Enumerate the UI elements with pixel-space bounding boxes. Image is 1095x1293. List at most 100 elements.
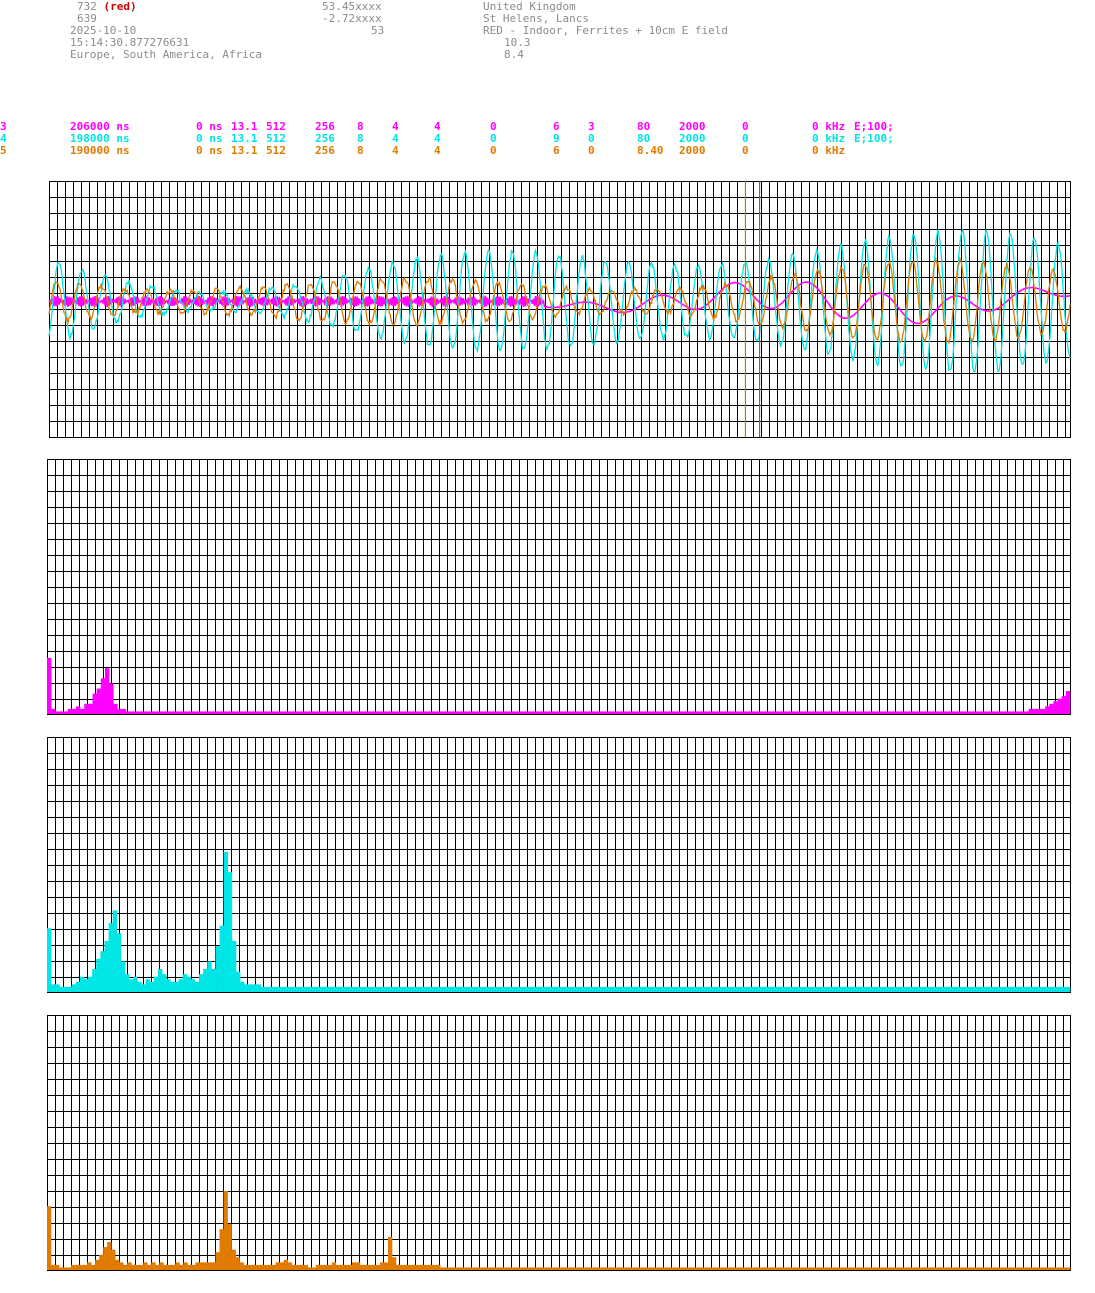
spectrum-3-bar	[536, 1267, 541, 1270]
spectrum-3-bar	[749, 1267, 754, 1270]
spectrum-3-bar	[873, 1267, 878, 1270]
spectrum-1-bar	[349, 711, 354, 714]
spectrum-3-bar	[67, 1267, 72, 1270]
spectrum-1-bar	[75, 706, 81, 714]
spectrum-2-bar	[466, 986, 471, 992]
spectrum-2-bar	[272, 986, 278, 992]
spectrum-1-bar	[846, 711, 851, 714]
spectrum-2-bar	[765, 986, 771, 992]
spectrum-3-bar	[801, 1267, 806, 1270]
spectrum-1-bar	[573, 711, 578, 714]
spectrum-2-bar	[305, 986, 311, 992]
spectrum-1-bar	[1057, 698, 1063, 714]
spectrum-3-bar	[544, 1267, 549, 1270]
spectrum-1-bar	[763, 711, 768, 714]
spectrum-2-bar	[671, 986, 676, 992]
spectrum-3-bar	[869, 1267, 874, 1270]
spectrum-3-bar	[745, 1267, 750, 1270]
spectrum-3-bar	[969, 1267, 975, 1270]
spectrum-1-bar	[432, 711, 437, 714]
spectrum-3-bar	[616, 1267, 621, 1270]
spectrum-2-bar	[1012, 986, 1017, 992]
spectrum-1-bar	[954, 711, 959, 714]
spectrum-1-bar	[896, 711, 901, 714]
spectrum-3-bar	[985, 1267, 991, 1270]
spectrum-3-bar	[564, 1267, 569, 1270]
spectrum-3-bar	[440, 1267, 445, 1270]
spectrum-2-bar	[289, 986, 294, 992]
spectrum-3-bar	[343, 1264, 349, 1270]
spectrum-3-bar	[845, 1267, 850, 1270]
spectrum-2-bar	[893, 986, 898, 992]
spectrum-2-bar	[548, 986, 553, 992]
spectrum-2-bar	[268, 986, 274, 992]
spectrum-2-bar	[433, 986, 438, 992]
spectrum-1-bar	[423, 711, 429, 714]
spectrum-3-bar	[785, 1267, 790, 1270]
spectrum-3-bar	[664, 1267, 670, 1270]
spectrum-2-bar	[137, 981, 142, 992]
spectrum-2-bar	[860, 986, 865, 992]
spectrum-2-bar	[211, 969, 216, 992]
spectrum-2-bar	[392, 986, 397, 992]
spectrum-2-bar	[642, 986, 648, 992]
spectrum-2-bar	[88, 976, 93, 992]
spectrum-2-bar	[1024, 986, 1030, 992]
spectrum-2-bar	[248, 984, 253, 992]
spectrum-2-bar	[601, 986, 607, 992]
spectrum-2-bar	[585, 986, 590, 992]
spectrum-2-bar	[872, 986, 878, 992]
spectrum-2-bar	[47, 928, 52, 992]
spectrum-1-bar	[59, 711, 64, 714]
spectrum-1-bar	[974, 711, 980, 714]
spectrum-3-bar	[231, 1249, 236, 1270]
spectrum-3-bar	[163, 1264, 168, 1270]
spectrum-1-bar	[175, 711, 180, 714]
spectrum-1-bar	[693, 711, 698, 714]
spectrum-1-bar	[158, 711, 164, 714]
spectrum-3-bar	[893, 1267, 898, 1270]
spectrum-3-bar	[448, 1267, 453, 1270]
spectrum-1-bar	[585, 711, 590, 714]
spectrum-1-bar	[419, 711, 425, 714]
spectrum-3-bar	[905, 1267, 910, 1270]
spectrum-2-bar	[449, 986, 455, 992]
spectrum-3-bar	[576, 1267, 581, 1270]
spectrum-3-bar	[965, 1267, 970, 1270]
spectrum-2-bar	[55, 984, 60, 992]
spectrum-3-bar	[83, 1264, 88, 1270]
spectrum-3-bar	[456, 1267, 461, 1270]
spectrum-3-bar	[737, 1267, 742, 1270]
spectrum-1-bar	[933, 711, 938, 714]
spectrum-2-bar	[959, 986, 964, 992]
spectrum-1-bar	[150, 711, 155, 714]
spectrum-3-bar	[432, 1264, 437, 1270]
spectrum-3-bar	[375, 1264, 381, 1270]
spectrum-1-bar	[622, 711, 628, 714]
spectrum-3-bar	[171, 1264, 176, 1270]
spectrum-1-bar	[813, 711, 818, 714]
spectrum-2-bar	[346, 986, 352, 992]
spectrum-2-bar	[934, 986, 939, 992]
spectrum-3-bar	[997, 1267, 1003, 1270]
spectrum-3-bar	[733, 1267, 738, 1270]
spectrum-1-bar	[104, 668, 110, 714]
spectrum-1-bar	[916, 711, 922, 714]
spectrum-3-bar	[841, 1267, 846, 1270]
spectrum-1-bar	[937, 711, 942, 714]
spectrum-2-bar	[729, 986, 734, 992]
spectrum-1-bar	[133, 711, 139, 714]
spectrum-2-bar	[240, 981, 245, 992]
spectrum-1-bar	[84, 703, 89, 714]
spectrum-3-bar	[319, 1264, 325, 1270]
spectrum-2-bar	[112, 910, 118, 992]
spectrum-1-bar	[680, 711, 686, 714]
spectrum-1-bar	[469, 711, 474, 714]
spectrum-3-bar	[55, 1264, 60, 1270]
spectrum-1-bar	[535, 711, 541, 714]
spectrum-3-bar	[837, 1267, 842, 1270]
spectrum-2-bar	[104, 941, 109, 992]
spectrum-3-bar	[528, 1267, 533, 1270]
spectrum-1-bar	[415, 711, 421, 714]
spectrum-2-bar	[145, 979, 151, 992]
